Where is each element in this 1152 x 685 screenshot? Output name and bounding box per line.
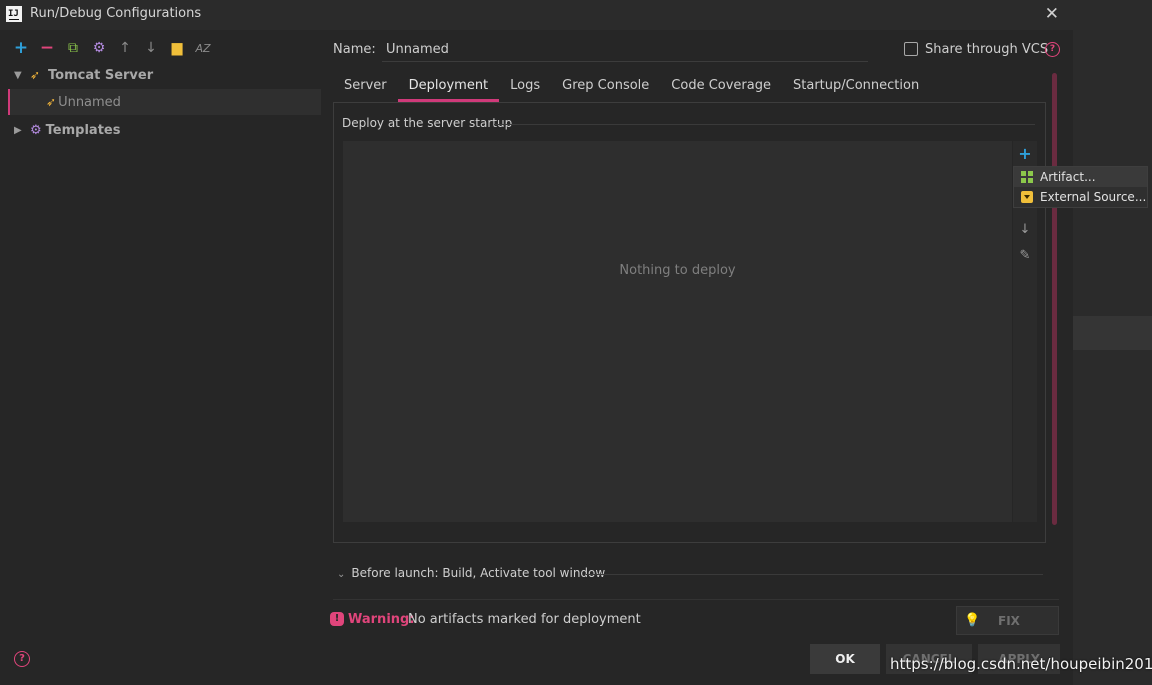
tab-server[interactable]: Server bbox=[333, 76, 398, 102]
move-down-icon[interactable]: ↓ bbox=[1013, 222, 1037, 237]
deploy-section-title: Deploy at the server startup bbox=[342, 116, 513, 130]
watermark-text: https://blog.csdn.net/houpeibin2012 bbox=[890, 655, 1152, 673]
menu-item-label: Artifact... bbox=[1040, 170, 1096, 184]
menu-item-label: External Source... bbox=[1040, 190, 1147, 204]
name-input-underline bbox=[382, 61, 868, 62]
background-editor bbox=[1073, 0, 1152, 685]
tree-group-label: Tomcat Server bbox=[48, 67, 154, 83]
empty-state-text: Nothing to deploy bbox=[619, 263, 736, 278]
tab-grep-console[interactable]: Grep Console bbox=[551, 76, 660, 102]
warning-icon: ! bbox=[330, 612, 344, 626]
scrollbar[interactable] bbox=[1052, 73, 1057, 525]
tab-deployment[interactable]: Deployment bbox=[397, 76, 500, 102]
chevron-down-icon: ⌄ bbox=[337, 569, 346, 580]
menu-item-artifact[interactable]: Artifact... bbox=[1014, 167, 1147, 187]
name-input[interactable]: Unnamed bbox=[386, 42, 449, 57]
tab-startup-connection[interactable]: Startup/Connection bbox=[782, 76, 930, 102]
deployment-panel: Deploy at the server startup Nothing to … bbox=[333, 102, 1046, 543]
configuration-tree: ▼ ➶ Tomcat Server ➶ Unnamed ▶ ⚙ Template… bbox=[8, 62, 321, 636]
sort-alphabetically-icon[interactable]: AZ bbox=[190, 38, 216, 58]
background-selection bbox=[1073, 316, 1152, 350]
tab-code-coverage[interactable]: Code Coverage bbox=[660, 76, 782, 102]
add-configuration-button[interactable]: + bbox=[8, 38, 34, 58]
tree-item-label: Unnamed bbox=[58, 94, 121, 110]
share-vcs-checkbox[interactable] bbox=[904, 42, 918, 56]
config-toolbar: + − ⧉ ⚙ ↑ ↓ ▆ AZ bbox=[8, 38, 216, 58]
chevron-right-icon[interactable]: ▶ bbox=[14, 125, 26, 136]
fix-button[interactable]: 💡 FIX bbox=[956, 606, 1059, 635]
move-up-button[interactable]: ↑ bbox=[112, 38, 138, 58]
new-folder-icon[interactable]: ▆ bbox=[164, 38, 190, 58]
warning-label: Warning: bbox=[348, 612, 415, 627]
tree-group-label: Templates bbox=[45, 122, 121, 138]
artifact-icon bbox=[1021, 171, 1033, 183]
share-vcs-label[interactable]: Share through VCS bbox=[925, 42, 1048, 57]
tree-group-tomcat-server[interactable]: ▼ ➶ Tomcat Server bbox=[8, 62, 321, 88]
ok-button[interactable]: OK bbox=[810, 644, 880, 674]
lightbulb-icon: 💡 bbox=[964, 613, 981, 628]
title-bar: IJ Run/Debug Configurations ✕ bbox=[0, 0, 1073, 30]
window-title: Run/Debug Configurations bbox=[30, 6, 202, 21]
divider bbox=[586, 574, 1043, 575]
tree-item-unnamed[interactable]: ➶ Unnamed bbox=[8, 89, 321, 115]
copy-configuration-button[interactable]: ⧉ bbox=[60, 38, 86, 58]
edit-defaults-gear-icon[interactable]: ⚙ bbox=[86, 38, 112, 58]
edit-pencil-icon[interactable]: ✎ bbox=[1013, 248, 1037, 263]
gear-icon: ⚙ bbox=[30, 122, 42, 138]
name-label: Name: bbox=[333, 42, 376, 57]
remove-configuration-button[interactable]: − bbox=[34, 38, 60, 58]
tree-group-templates[interactable]: ▶ ⚙ Templates bbox=[8, 117, 321, 143]
tab-logs[interactable]: Logs bbox=[499, 76, 551, 102]
help-icon[interactable]: ? bbox=[14, 651, 30, 667]
move-down-button[interactable]: ↓ bbox=[138, 38, 164, 58]
close-icon[interactable]: ✕ bbox=[1045, 4, 1059, 24]
fix-button-label: FIX bbox=[998, 614, 1020, 628]
menu-item-external-source[interactable]: External Source... bbox=[1014, 187, 1147, 207]
help-icon[interactable]: ? bbox=[1045, 42, 1060, 57]
divider bbox=[333, 599, 1059, 600]
add-deployment-popup-menu: Artifact... External Source... bbox=[1013, 166, 1148, 208]
run-debug-dialog: IJ Run/Debug Configurations ✕ + − ⧉ ⚙ ↑ … bbox=[0, 0, 1073, 685]
intellij-logo-icon: IJ bbox=[6, 6, 22, 22]
chevron-down-icon[interactable]: ▼ bbox=[14, 70, 26, 81]
add-deployment-icon[interactable]: + bbox=[1013, 144, 1037, 163]
config-tabs: Server Deployment Logs Grep Console Code… bbox=[333, 76, 930, 102]
before-launch-label: Before launch: Build, Activate tool wind… bbox=[351, 566, 606, 580]
before-launch-toggle[interactable]: ⌄ Before launch: Build, Activate tool win… bbox=[337, 566, 605, 580]
divider bbox=[494, 124, 1035, 125]
external-source-icon bbox=[1021, 191, 1033, 203]
warning-text: No artifacts marked for deployment bbox=[408, 612, 641, 627]
tomcat-icon: ➶ bbox=[46, 95, 57, 109]
tomcat-icon: ➶ bbox=[30, 68, 41, 82]
deploy-list[interactable]: Nothing to deploy bbox=[343, 141, 1012, 522]
